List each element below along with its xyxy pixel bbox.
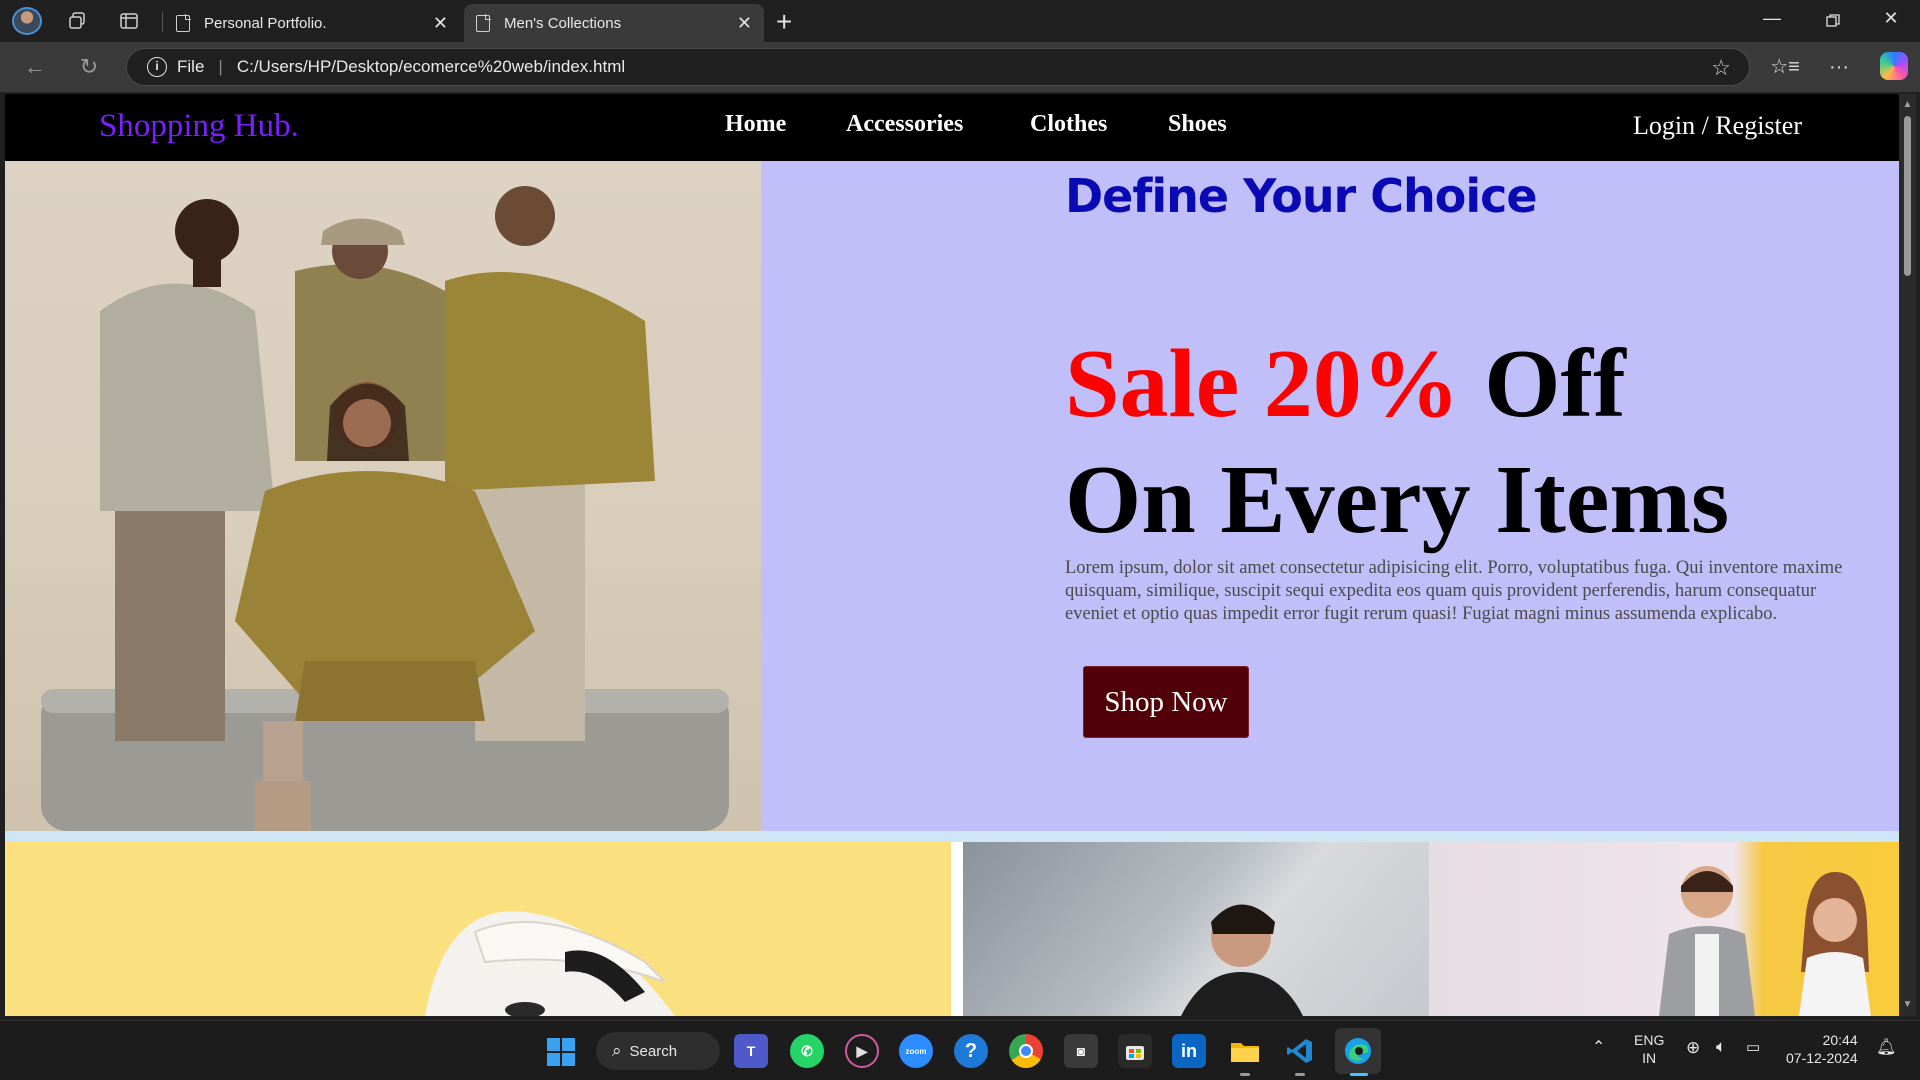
notifications-icon[interactable]: 🔔︎ bbox=[1876, 1039, 1896, 1057]
hero-tagline: Define Your Choice bbox=[1065, 169, 1538, 223]
input-language[interactable]: ENG IN bbox=[1634, 1031, 1664, 1067]
address-separator: | bbox=[218, 57, 223, 76]
new-tab-icon[interactable]: + bbox=[776, 6, 792, 38]
hero-description-part-1: Lorem ipsum, dolor sit amet consectetur … bbox=[1065, 558, 1843, 601]
scheme-label: File bbox=[177, 57, 205, 76]
edge-icon[interactable] bbox=[1335, 1028, 1381, 1074]
page-viewport: Shopping Hub. Home Accessories Clothes S… bbox=[5, 94, 1899, 1016]
windows-taskbar: ⌕ Search T ✆ ▶ zoom ? ◙ in ⌃ ENG IN ⊕ 🔈︎… bbox=[0, 1020, 1920, 1080]
windows-start-icon[interactable] bbox=[547, 1038, 575, 1066]
sale-percentage: Sale 20% bbox=[1065, 330, 1460, 438]
browser-window: Personal Portfolio. ✕ Men's Collections … bbox=[0, 0, 1920, 1020]
favorite-star-icon[interactable]: ☆ bbox=[1711, 55, 1731, 81]
category-card-women[interactable] bbox=[5, 842, 951, 1016]
close-tab-icon[interactable]: ✕ bbox=[737, 13, 752, 34]
taskbar-search[interactable]: ⌕ Search bbox=[596, 1032, 720, 1070]
category-card-kids[interactable] bbox=[1429, 842, 1899, 1016]
page-icon bbox=[176, 13, 191, 32]
help-icon[interactable]: ? bbox=[954, 1034, 988, 1068]
close-window-icon[interactable]: ✕ bbox=[1876, 8, 1906, 34]
page-scrollbar[interactable]: ▲ ▼ bbox=[1899, 94, 1916, 1016]
page-icon bbox=[476, 13, 491, 32]
nav-shoes[interactable]: Shoes bbox=[1168, 111, 1227, 138]
vertical-tabs-icon[interactable] bbox=[116, 9, 142, 33]
tab-strip: Personal Portfolio. ✕ Men's Collections … bbox=[0, 0, 1920, 42]
copilot-icon[interactable] bbox=[1880, 52, 1908, 80]
minimize-icon[interactable]: — bbox=[1757, 8, 1787, 34]
teams-icon[interactable]: T bbox=[734, 1034, 768, 1068]
linkedin-icon[interactable]: in bbox=[1172, 1034, 1206, 1068]
nav-clothes[interactable]: Clothes bbox=[1030, 111, 1107, 138]
url-text[interactable]: C:/Users/HP/Desktop/ecomerce%20web/index… bbox=[237, 57, 625, 77]
scroll-thumb[interactable] bbox=[1904, 116, 1911, 276]
tab-title: Personal Portfolio. bbox=[204, 14, 327, 32]
category-card-men[interactable] bbox=[963, 842, 1429, 1016]
clock[interactable]: 20:44 07-12-2024 bbox=[1786, 1031, 1858, 1067]
whatsapp-icon[interactable]: ✆ bbox=[790, 1034, 824, 1068]
items-headline: On Every Items bbox=[1065, 446, 1730, 554]
restore-icon[interactable] bbox=[1818, 8, 1848, 34]
search-label: Search bbox=[629, 1042, 678, 1060]
camera-icon[interactable]: ◙ bbox=[1064, 1034, 1098, 1068]
vscode-icon[interactable] bbox=[1283, 1034, 1317, 1068]
site-header: Shopping Hub. Home Accessories Clothes S… bbox=[5, 94, 1899, 161]
close-tab-icon[interactable]: ✕ bbox=[433, 13, 448, 34]
file-explorer-icon[interactable] bbox=[1228, 1034, 1262, 1068]
shop-now-button[interactable]: Shop Now bbox=[1083, 666, 1249, 738]
store-icon[interactable] bbox=[1118, 1034, 1152, 1068]
media-player-icon[interactable]: ▶ bbox=[845, 1034, 879, 1068]
search-icon: ⌕ bbox=[612, 1041, 622, 1060]
scroll-up-icon[interactable]: ▲ bbox=[1902, 100, 1913, 110]
login-register-link[interactable]: Login / Register bbox=[1633, 111, 1802, 141]
zoom-icon[interactable]: zoom bbox=[899, 1034, 933, 1068]
language-label: ENG bbox=[1634, 1032, 1665, 1048]
sale-headline: Sale 20% Off bbox=[1065, 335, 1626, 433]
site-info-icon[interactable]: i bbox=[147, 57, 167, 77]
scroll-down-icon[interactable]: ▼ bbox=[1902, 1000, 1913, 1010]
brand-logo[interactable]: Shopping Hub. bbox=[99, 108, 299, 145]
vscode-running-indicator bbox=[1295, 1073, 1305, 1076]
hero-description: Lorem ipsum, dolor sit amet consectetur … bbox=[1065, 557, 1865, 626]
section-divider bbox=[5, 831, 1899, 842]
address-bar[interactable]: i File | C:/Users/HP/Desktop/ecomerce%20… bbox=[126, 48, 1750, 86]
hero-fashion-photo bbox=[5, 161, 761, 831]
edge-active-indicator bbox=[1350, 1073, 1368, 1076]
profile-avatar[interactable] bbox=[12, 7, 42, 35]
clock-date: 07-12-2024 bbox=[1786, 1050, 1858, 1066]
explorer-running-indicator bbox=[1240, 1073, 1250, 1076]
refresh-icon[interactable]: ↻ bbox=[74, 52, 104, 82]
favorites-icon[interactable]: ☆≡ bbox=[1768, 52, 1802, 82]
network-icon[interactable]: ⊕ bbox=[1686, 1039, 1700, 1057]
region-label: IN bbox=[1642, 1050, 1657, 1066]
tab-personal-portfolio[interactable]: Personal Portfolio. ✕ bbox=[164, 4, 460, 42]
tab-title: Men's Collections bbox=[504, 14, 622, 32]
nav-home[interactable]: Home bbox=[725, 111, 786, 138]
more-menu-icon[interactable]: ··· bbox=[1822, 52, 1856, 82]
battery-icon[interactable]: ▭ bbox=[1746, 1039, 1760, 1057]
tab-mens-collections[interactable]: Men's Collections ✕ bbox=[464, 4, 764, 42]
hero-description-part-2: eveniet et optio quas impedit error fugi… bbox=[1065, 604, 1778, 624]
sale-off: Off bbox=[1459, 330, 1626, 438]
tab-separator bbox=[162, 12, 163, 32]
address-toolbar: ← ↻ i File | C:/Users/HP/Desktop/ecomerc… bbox=[0, 42, 1920, 92]
chrome-icon[interactable] bbox=[1009, 1034, 1043, 1068]
hero-section: Define Your Choice Sale 20% Off On Every… bbox=[5, 161, 1899, 831]
clock-time: 20:44 bbox=[1822, 1032, 1858, 1048]
workspaces-icon[interactable] bbox=[64, 9, 90, 33]
volume-icon[interactable]: 🔈︎ bbox=[1716, 1038, 1726, 1056]
nav-accessories[interactable]: Accessories bbox=[846, 111, 963, 138]
show-hidden-icons[interactable]: ⌃ bbox=[1592, 1039, 1605, 1057]
back-icon[interactable]: ← bbox=[20, 52, 50, 82]
